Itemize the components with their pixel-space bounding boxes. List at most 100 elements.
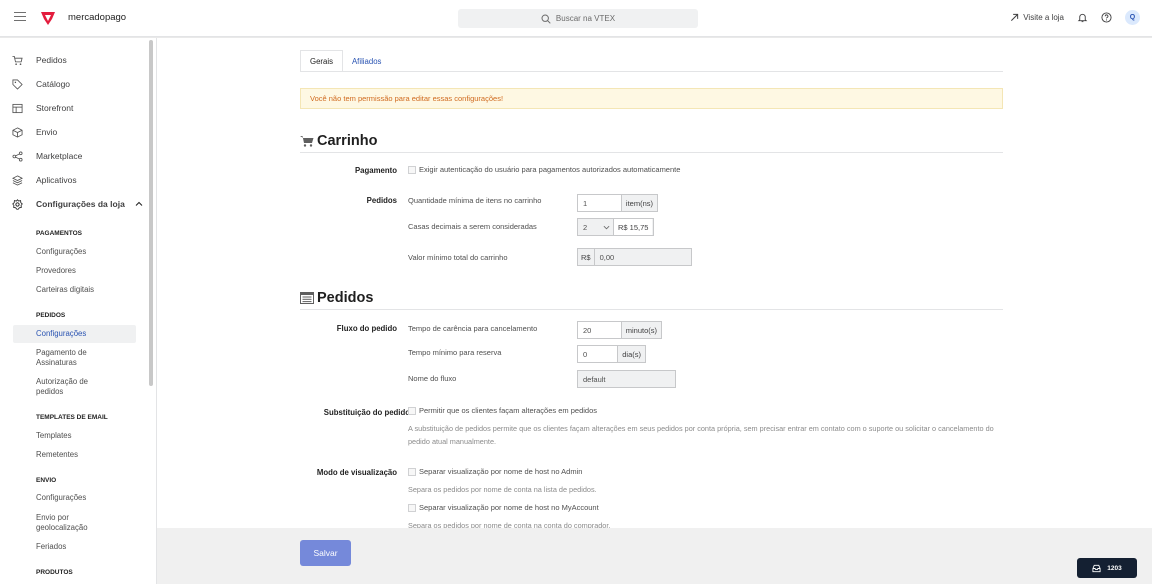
carrinho-title: Carrinho [317,133,378,149]
substituicao-help: A substituição de pedidos permite que os… [408,424,994,446]
sidebar-item-label: Envio [36,127,58,137]
search-icon [541,13,551,24]
main-content: Gerais Afiliados Você não tem permissão … [157,38,1143,528]
sidebar-item-aplicativos[interactable]: Aplicativos [0,168,150,192]
subnav-heading-pagamentos: PAGAMENTOS [36,230,82,237]
search-input[interactable]: Buscar na VTEX [458,9,698,28]
badge-count: 1203 [1107,564,1122,572]
footer-bar: Salvar [157,528,1152,584]
layers-icon [12,174,23,186]
myaccount-host-help: Separa os pedidos por nome de conta na c… [408,521,611,528]
valor-min-prefix: R$ [578,249,595,265]
subnav-item-templates[interactable]: Templates [13,431,136,441]
subnav-item-provedores[interactable]: Provedores [13,266,136,276]
vtex-logo-icon[interactable] [40,10,56,26]
carencia-suffix: minuto(s) [620,322,661,338]
avatar[interactable]: Q [1125,10,1140,25]
tab-afiliados[interactable]: Afiliados [343,50,390,72]
casas-decimais-value: 2 [583,222,588,232]
help-button[interactable] [1101,12,1112,23]
valor-min-input[interactable]: R$ 0,00 [577,248,692,266]
checkbox-box[interactable] [408,406,416,415]
checkbox-label: Exigir autenticação do usuário para paga… [419,165,681,174]
subnav-item-carteiras-digitais[interactable]: Carteiras digitais [13,285,136,295]
cart-icon [300,136,314,147]
subnav-item-envio-configuracoes[interactable]: Configurações [13,493,136,503]
casas-decimais-select[interactable]: 2 R$ 15,75 [577,218,654,236]
checkbox-box[interactable] [408,165,416,174]
help-icon [1101,12,1112,23]
sidebar-item-label: Aplicativos [36,175,77,185]
qtd-min-label: Quantidade mínima de itens no carrinho [408,196,542,205]
admin-host-checkbox[interactable]: Separar visualização por nome de host no… [408,467,582,476]
tab-list: Gerais Afiliados [300,50,390,72]
myaccount-host-checkbox[interactable]: Separar visualização por nome de host no… [408,503,599,512]
menu-icon[interactable] [14,12,26,22]
valor-min-value: 0,00 [599,252,615,262]
sidebar-item-marketplace[interactable]: Marketplace [0,144,150,168]
substituicao-label: Substituição do pedido [323,408,410,417]
gear-icon [12,198,23,210]
permission-alert: Você não tem permissão para editar essas… [300,88,1003,109]
subnav-heading-templates-email: TEMPLATES DE EMAIL [36,414,108,421]
modo-visualizacao-label: Modo de visualização [316,468,397,477]
exigir-autenticacao-checkbox[interactable]: Exigir autenticação do usuário para paga… [408,165,680,174]
sidebar-item-envio[interactable]: Envio [0,120,150,144]
carencia-input[interactable]: 20 minuto(s) [577,321,662,339]
subnav-item-envio-geolocalizacao[interactable]: Envio por geolocalização [13,513,113,533]
inbox-icon [1092,564,1101,572]
reserva-input[interactable]: 0 dia(s) [577,345,646,363]
subnav-item-remetentes[interactable]: Remetentes [13,450,136,460]
casas-decimais-example: R$ 15,75 [613,219,653,235]
checkbox-box[interactable] [408,503,416,512]
subnav-item-pagamento-assinaturas[interactable]: Pagamento de Assinaturas [13,348,113,368]
visit-store-link[interactable]: Visite a loja [1010,13,1064,22]
tab-gerais[interactable]: Gerais [300,50,343,72]
save-button[interactable]: Salvar [300,540,351,566]
tab-divider [300,71,1003,72]
checkbox-label: Separar visualização por nome de host no… [419,503,599,512]
arrow-up-right-icon [1011,13,1019,22]
search-placeholder: Buscar na VTEX [555,14,616,23]
cart-icon [12,55,23,65]
notification-badge[interactable]: 1203 [1077,558,1137,578]
carencia-label: Tempo de carência para cancelamento [408,324,538,333]
subnav-item-pedidos-configuracoes[interactable]: Configurações [13,325,136,343]
qtd-min-value: 1 [583,198,588,208]
layout-icon [12,103,23,113]
subnav-item-feriados[interactable]: Feriados [13,542,136,552]
carencia-value: 20 [583,325,592,335]
tag-icon [12,79,23,90]
checkbox-label: Separar visualização por nome de host no… [419,467,583,476]
sidebar-item-label: Pedidos [36,55,67,65]
pedidos-title: Pedidos [317,290,374,306]
checkbox-label: Permitir que os clientes façam alteraçõe… [419,406,598,415]
sidebar-scrollbar[interactable] [149,40,153,386]
visit-store-label: Visite a loja [1023,13,1064,22]
pedidos-section-title: Pedidos [300,290,373,306]
sidebar-item-catalogo[interactable]: Catálogo [0,72,150,96]
notifications-button[interactable] [1077,12,1088,23]
valor-min-label: Valor mínimo total do carrinho [408,253,508,262]
pagamento-label: Pagamento [354,166,397,175]
chevron-up-icon [135,201,143,206]
checkbox-box[interactable] [408,467,416,476]
qtd-min-input[interactable]: 1 item(ns) [577,194,658,212]
sidebar-item-pedidos[interactable]: Pedidos [0,48,150,72]
sidebar-item-storefront[interactable]: Storefront [0,96,150,120]
bell-icon [1077,13,1088,23]
main-scrollbar-track [1143,38,1152,528]
pedidos-divider [300,309,1003,310]
sidebar-item-label: Storefront [36,103,74,113]
subnav-item-autorizacao-pedidos[interactable]: Autorização de pedidos [13,377,113,397]
admin-host-help: Separa os pedidos por nome de conta na l… [408,485,597,494]
nome-fluxo-input[interactable]: default [577,370,676,388]
sidebar-item-label: Marketplace [36,151,83,161]
qtd-min-suffix: item(ns) [620,195,657,211]
subnav-item-pagamentos-configuracoes[interactable]: Configurações [13,247,136,257]
substituicao-checkbox[interactable]: Permitir que os clientes façam alteraçõe… [408,406,597,415]
subnav-heading-envio: ENVIO [36,477,57,484]
sidebar-item-configuracoes-loja[interactable]: Configurações da loja [0,192,150,216]
nome-fluxo-value: default [583,374,606,384]
reserva-suffix: dia(s) [617,346,645,362]
